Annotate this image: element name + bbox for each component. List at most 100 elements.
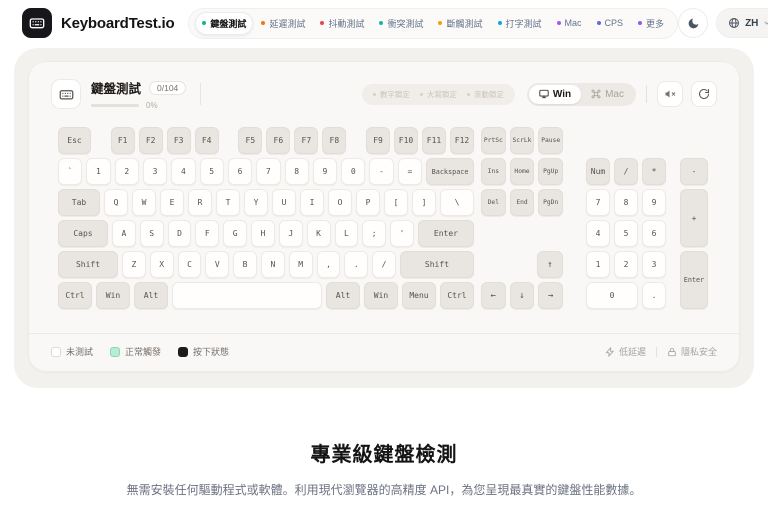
key-Tab[interactable]: Tab bbox=[58, 189, 100, 216]
key-7[interactable]: 7 bbox=[256, 158, 280, 185]
key-X[interactable]: X bbox=[150, 251, 174, 278]
key-Ctrl[interactable]: Ctrl bbox=[58, 282, 92, 309]
key-I[interactable]: I bbox=[300, 189, 324, 216]
key-.[interactable]: . bbox=[642, 282, 666, 309]
nav-tab-CPS[interactable]: CPS bbox=[590, 13, 631, 33]
nav-tab-衝突測試[interactable]: 衝突測試 bbox=[372, 12, 430, 35]
key-F7[interactable]: F7 bbox=[294, 127, 318, 154]
key-[[interactable]: [ bbox=[384, 189, 408, 216]
key-'[interactable]: ' bbox=[390, 220, 414, 247]
key-0[interactable]: 0 bbox=[586, 282, 638, 309]
nav-tab-斷觸測試[interactable]: 斷觸測試 bbox=[431, 12, 489, 35]
key-C[interactable]: C bbox=[178, 251, 202, 278]
brand[interactable]: KeyboardTest.io bbox=[22, 8, 174, 38]
key-Win[interactable]: Win bbox=[96, 282, 130, 309]
key-Menu[interactable]: Menu bbox=[402, 282, 436, 309]
key-PgUp[interactable]: PgUp bbox=[538, 158, 563, 185]
key-numpad--[interactable]: - bbox=[680, 158, 708, 185]
key-Esc[interactable]: Esc bbox=[58, 127, 91, 154]
key-Backspace[interactable]: Backspace bbox=[426, 158, 474, 185]
key-Enter[interactable]: Enter bbox=[418, 220, 474, 247]
key-1[interactable]: 1 bbox=[586, 251, 610, 278]
key-3[interactable]: 3 bbox=[143, 158, 167, 185]
key-Del[interactable]: Del bbox=[481, 189, 506, 216]
key-7[interactable]: 7 bbox=[586, 189, 610, 216]
key-F12[interactable]: F12 bbox=[450, 127, 474, 154]
key-/[interactable]: / bbox=[372, 251, 396, 278]
key-S[interactable]: S bbox=[140, 220, 164, 247]
key-O[interactable]: O bbox=[328, 189, 352, 216]
key-J[interactable]: J bbox=[279, 220, 303, 247]
mute-button[interactable] bbox=[657, 81, 683, 107]
key-B[interactable]: B bbox=[233, 251, 257, 278]
key-numpad-Enter[interactable]: Enter bbox=[680, 251, 708, 309]
key-End[interactable]: End bbox=[510, 189, 535, 216]
key-F5[interactable]: F5 bbox=[238, 127, 262, 154]
key-F6[interactable]: F6 bbox=[266, 127, 290, 154]
key-2[interactable]: 2 bbox=[614, 251, 638, 278]
key-N[interactable]: N bbox=[261, 251, 285, 278]
key-E[interactable]: E bbox=[160, 189, 184, 216]
key-Ctrl[interactable]: Ctrl bbox=[440, 282, 474, 309]
key-Ins[interactable]: Ins bbox=[481, 158, 506, 185]
key-Z[interactable]: Z bbox=[122, 251, 146, 278]
nav-tab-延遲測試[interactable]: 延遲測試 bbox=[254, 12, 312, 35]
key-*[interactable]: * bbox=[642, 158, 666, 185]
key-\[interactable]: \ bbox=[440, 189, 474, 216]
key-G[interactable]: G bbox=[223, 220, 247, 247]
key-3[interactable]: 3 bbox=[642, 251, 666, 278]
key-F8[interactable]: F8 bbox=[322, 127, 346, 154]
key-Home[interactable]: Home bbox=[510, 158, 535, 185]
key-1[interactable]: 1 bbox=[86, 158, 110, 185]
key-F1[interactable]: F1 bbox=[111, 127, 135, 154]
key-F3[interactable]: F3 bbox=[167, 127, 191, 154]
key-2[interactable]: 2 bbox=[115, 158, 139, 185]
key-D[interactable]: D bbox=[168, 220, 192, 247]
key-Alt[interactable]: Alt bbox=[326, 282, 360, 309]
key-Shift[interactable]: Shift bbox=[400, 251, 474, 278]
language-selector[interactable]: ZH bbox=[716, 8, 768, 38]
key-8[interactable]: 8 bbox=[614, 189, 638, 216]
key-↓[interactable]: ↓ bbox=[510, 282, 535, 309]
key-U[interactable]: U bbox=[272, 189, 296, 216]
key-F[interactable]: F bbox=[195, 220, 219, 247]
key-Pause[interactable]: Pause bbox=[538, 127, 563, 154]
nav-tab-鍵盤測試[interactable]: 鍵盤測試 bbox=[195, 12, 253, 35]
key-][interactable]: ] bbox=[412, 189, 436, 216]
theme-toggle-button[interactable] bbox=[678, 8, 708, 38]
os-toggle-win[interactable]: Win bbox=[529, 85, 581, 104]
key-Alt[interactable]: Alt bbox=[134, 282, 168, 309]
key-8[interactable]: 8 bbox=[285, 158, 309, 185]
key-P[interactable]: P bbox=[356, 189, 380, 216]
key-H[interactable]: H bbox=[251, 220, 275, 247]
key-.[interactable]: . bbox=[344, 251, 368, 278]
key-`[interactable]: ` bbox=[58, 158, 82, 185]
key-PrtSc[interactable]: PrtSc bbox=[481, 127, 506, 154]
key-W[interactable]: W bbox=[132, 189, 156, 216]
key-F11[interactable]: F11 bbox=[422, 127, 446, 154]
nav-tab-打字測試[interactable]: 打字測試 bbox=[491, 12, 549, 35]
nav-tab-Mac[interactable]: Mac bbox=[550, 13, 589, 33]
key-=[interactable]: = bbox=[398, 158, 422, 185]
reset-button[interactable] bbox=[691, 81, 717, 107]
key-K[interactable]: K bbox=[307, 220, 331, 247]
os-toggle-mac[interactable]: Mac bbox=[581, 85, 634, 104]
key-T[interactable]: T bbox=[216, 189, 240, 216]
key-9[interactable]: 9 bbox=[313, 158, 337, 185]
key-Y[interactable]: Y bbox=[244, 189, 268, 216]
key-L[interactable]: L bbox=[335, 220, 359, 247]
key-5[interactable]: 5 bbox=[614, 220, 638, 247]
key-/[interactable]: / bbox=[614, 158, 638, 185]
key-F2[interactable]: F2 bbox=[139, 127, 163, 154]
key-6[interactable]: 6 bbox=[228, 158, 252, 185]
key-Shift[interactable]: Shift bbox=[58, 251, 118, 278]
key-4[interactable]: 4 bbox=[171, 158, 195, 185]
key-0[interactable]: 0 bbox=[341, 158, 365, 185]
key-M[interactable]: M bbox=[289, 251, 313, 278]
nav-tab-更多[interactable]: 更多 bbox=[631, 12, 671, 35]
key-↑[interactable]: ↑ bbox=[537, 251, 563, 278]
key-V[interactable]: V bbox=[205, 251, 229, 278]
key-Win[interactable]: Win bbox=[364, 282, 398, 309]
key-PgDn[interactable]: PgDn bbox=[538, 189, 563, 216]
key-A[interactable]: A bbox=[112, 220, 136, 247]
